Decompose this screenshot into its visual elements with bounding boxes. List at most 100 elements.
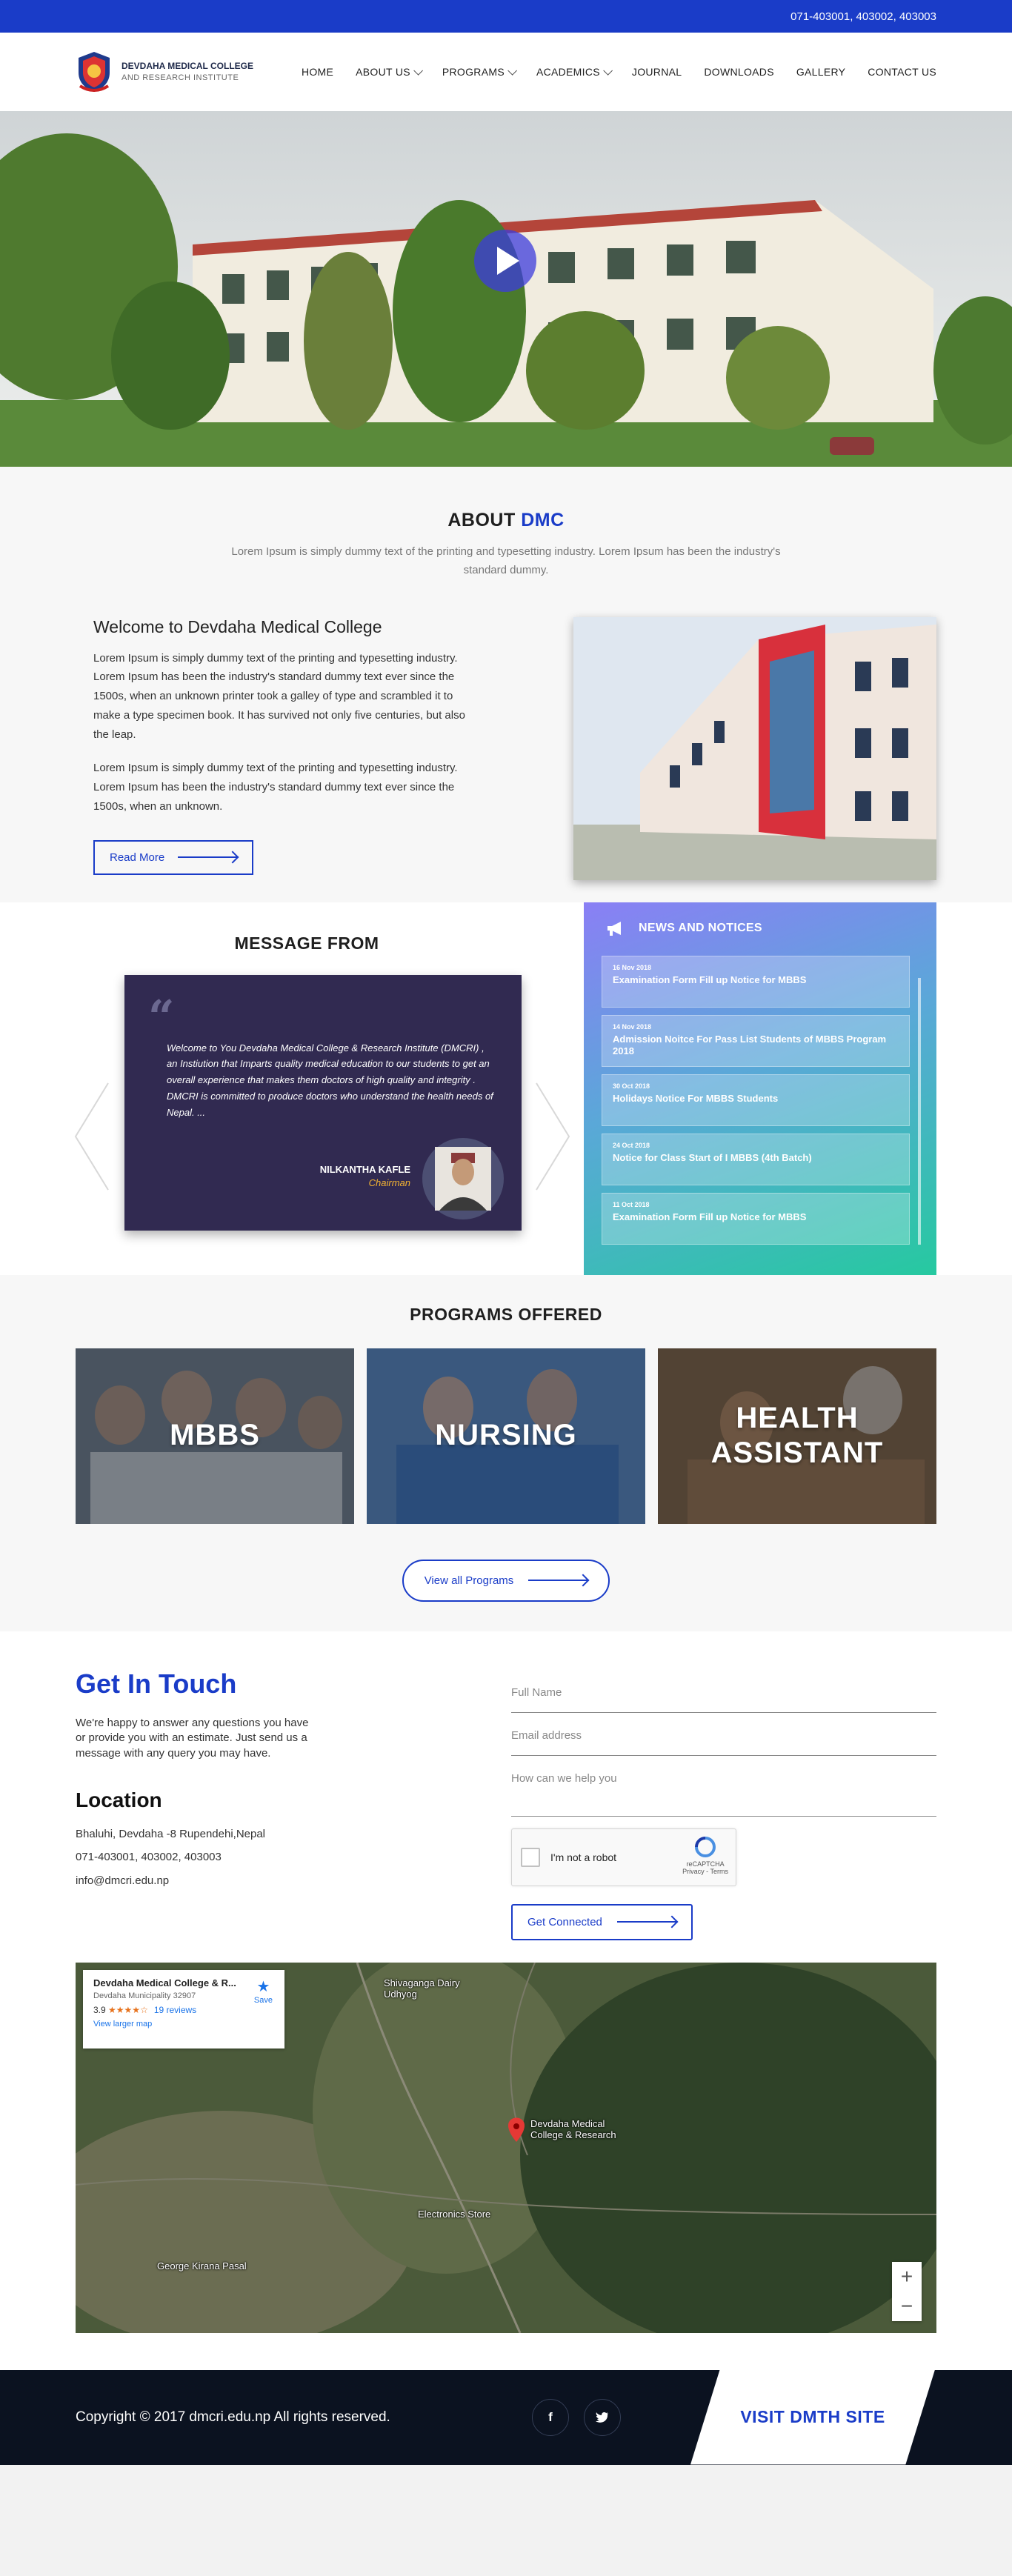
recaptcha-brand: reCAPTCHA <box>686 1860 725 1868</box>
zoom-in-button[interactable]: + <box>892 2262 922 2292</box>
welcome-heading: Welcome to Devdaha Medical College <box>93 616 382 636</box>
nav-label: ACADEMICS <box>536 66 600 78</box>
contact-form: Full Name Email address How can we help … <box>511 1668 936 1940</box>
logo-subtitle: AND RESEARCH INSTITUTE <box>121 73 239 82</box>
play-video-button[interactable] <box>474 230 536 292</box>
read-more-label: Read More <box>110 851 165 864</box>
recaptcha-links[interactable]: Privacy - Terms <box>682 1868 728 1875</box>
chairman-role: Chairman <box>368 1176 410 1188</box>
twitter-icon[interactable] <box>584 2398 621 2436</box>
about-paragraph: Lorem Ipsum is simply dummy text of the … <box>93 762 458 813</box>
map-reviews-link[interactable]: 19 reviews <box>154 2005 196 2015</box>
location-title: Location <box>76 1788 162 1811</box>
nav-downloads[interactable]: DOWNLOADS <box>704 66 774 78</box>
program-label: HEALTH ASSISTANT <box>710 1401 884 1469</box>
nav-contact-us[interactable]: CONTACT US <box>868 66 936 78</box>
visit-dmth-site-link[interactable]: VISIT DMTH SITE <box>690 2369 935 2465</box>
hero-banner <box>0 111 1012 467</box>
news-notices-panel: NEWS AND NOTICES 16 Nov 2018 Examination … <box>584 902 936 1275</box>
email-input[interactable]: Email address <box>511 1719 936 1756</box>
nav-label: DOWNLOADS <box>704 66 774 78</box>
map-label: Devdaha Medical College & Research <box>530 2117 616 2140</box>
program-label: MBBS <box>170 1419 260 1452</box>
nav-about-us[interactable]: ABOUT US <box>356 65 423 78</box>
notice-date: 11 Oct 2018 <box>613 1200 650 1208</box>
nav-gallery[interactable]: GALLERY <box>796 66 845 78</box>
star-icon: ★ <box>256 1978 270 1995</box>
address-text: Bhaluhi, Devdaha -8 Rupendehi,Nepal <box>76 1827 266 1840</box>
full-name-input[interactable]: Full Name <box>511 1676 936 1713</box>
top-phone: 071-403001, 403002, 403003 <box>790 10 936 23</box>
chairman-avatar <box>422 1137 504 1219</box>
chairman-name: NILKANTHA KAFLE <box>319 1163 410 1175</box>
nav-label: JOURNAL <box>631 66 682 78</box>
view-all-label: View all Programs <box>424 1574 514 1587</box>
news-title: NEWS AND NOTICES <box>639 921 762 934</box>
read-more-button[interactable]: Read More <box>93 839 254 875</box>
nav-programs[interactable]: PROGRAMS <box>442 65 517 78</box>
program-card-mbbs[interactable]: MBBS <box>76 1348 354 1524</box>
contact-intro: We're happy to answer any questions you … <box>76 1716 309 1760</box>
arrow-right-icon <box>616 1921 676 1923</box>
about-paragraph: Lorem Ipsum is simply dummy text of the … <box>93 651 465 741</box>
arrow-right-icon <box>178 856 238 859</box>
facebook-icon[interactable]: f <box>532 2398 569 2436</box>
quote-icon: “ <box>148 989 175 1044</box>
nav-academics[interactable]: ACADEMICS <box>536 65 613 78</box>
notice-item[interactable]: 30 Oct 2018 Holidays Notice For MBBS Stud… <box>602 1074 910 1126</box>
about-title-prefix: ABOUT <box>447 510 516 530</box>
nav-journal[interactable]: JOURNAL <box>632 66 682 78</box>
program-card-health-assistant[interactable]: HEALTH ASSISTANT <box>658 1348 936 1524</box>
carousel-next-icon[interactable] <box>535 1082 570 1191</box>
news-scrollbar[interactable] <box>918 977 921 1245</box>
nav-label: PROGRAMS <box>442 66 505 78</box>
notice-title: Examination Form Fill up Notice for MBBS <box>613 974 807 985</box>
about-subtitle: Lorem Ipsum is simply dummy text of the … <box>231 545 781 576</box>
logo-title: DEVDAHA MEDICAL COLLEGE <box>121 61 254 72</box>
captcha-checkbox[interactable] <box>521 1847 540 1867</box>
carousel-prev-icon[interactable] <box>74 1082 110 1191</box>
map-rating: 3.9 <box>93 2004 106 2015</box>
view-all-programs-button[interactable]: View all Programs <box>402 1559 610 1602</box>
message-news-row: MESSAGE FROM “ Welcome to You Devdaha Me… <box>0 902 1012 1275</box>
map-place-name: Devdaha Medical College & R... <box>93 1977 236 1988</box>
top-bar: 071-403001, 403002, 403003 <box>0 0 1012 33</box>
view-larger-map-link[interactable]: View larger map <box>93 2020 274 2028</box>
message-textarea[interactable]: How can we help you <box>511 1762 936 1817</box>
chairman-message-card: “ Welcome to You Devdaha Medical College… <box>124 974 522 1231</box>
chairman-quote: Welcome to You Devdaha Medical College &… <box>167 1042 493 1118</box>
get-connected-button[interactable]: Get Connected <box>511 1903 693 1940</box>
notice-item[interactable]: 14 Nov 2018 Admission Noitce For Pass Lis… <box>602 1014 910 1067</box>
notice-date: 16 Nov 2018 <box>613 963 652 971</box>
phone-text: 071-403001, 403002, 403003 <box>76 1851 222 1864</box>
notice-item[interactable]: 24 Oct 2018 Notice for Class Start of I M… <box>602 1133 910 1185</box>
programs-title: PROGRAMS OFFERED <box>410 1304 602 1324</box>
nav-label: ABOUT US <box>356 66 410 78</box>
about-title: ABOUT DMC <box>76 510 936 531</box>
map-place-card: Devdaha Medical College & R... Devdaha M… <box>83 1969 284 2049</box>
programs-section: PROGRAMS OFFERED MBBS NURSING HEALTH ASS… <box>0 1274 1012 1631</box>
recaptcha-logo-icon <box>695 1836 716 1857</box>
notice-title: Holidays Notice For MBBS Students <box>613 1092 779 1104</box>
submit-label: Get Connected <box>527 1915 602 1928</box>
embedded-map[interactable]: Shivaganga Dairy Udhyog Devdaha Medical … <box>76 1962 936 2333</box>
college-crest-icon <box>79 52 110 92</box>
zoom-out-button[interactable]: − <box>892 2292 922 2321</box>
notice-item[interactable]: 11 Oct 2018 Examination Form Fill up Noti… <box>602 1192 910 1245</box>
map-section: Shivaganga Dairy Udhyog Devdaha Medical … <box>0 1962 1012 2370</box>
nav-label: GALLERY <box>796 66 846 78</box>
map-label: Shivaganga Dairy Udhyog <box>384 1977 460 2000</box>
page-bottom-space <box>0 2464 1012 2570</box>
map-save-button[interactable]: ★ Save <box>254 1977 273 2005</box>
map-label: George Kirana Pasal <box>157 2260 247 2272</box>
notice-date: 30 Oct 2018 <box>613 1082 650 1090</box>
notice-title: Notice for Class Start of I MBBS (4th Ba… <box>613 1151 812 1163</box>
main-nav: HOME ABOUT US PROGRAMS ACADEMICS JOURNAL… <box>302 65 936 78</box>
site-logo[interactable]: DEVDAHA MEDICAL COLLEGE AND RESEARCH INS… <box>76 50 253 93</box>
notice-date: 24 Oct 2018 <box>613 1141 650 1149</box>
program-card-nursing[interactable]: NURSING <box>367 1348 645 1524</box>
notice-item[interactable]: 16 Nov 2018 Examination Form Fill up Noti… <box>602 955 910 1008</box>
chevron-down-icon <box>507 65 517 76</box>
nav-label: HOME <box>301 66 334 78</box>
nav-home[interactable]: HOME <box>302 66 333 78</box>
